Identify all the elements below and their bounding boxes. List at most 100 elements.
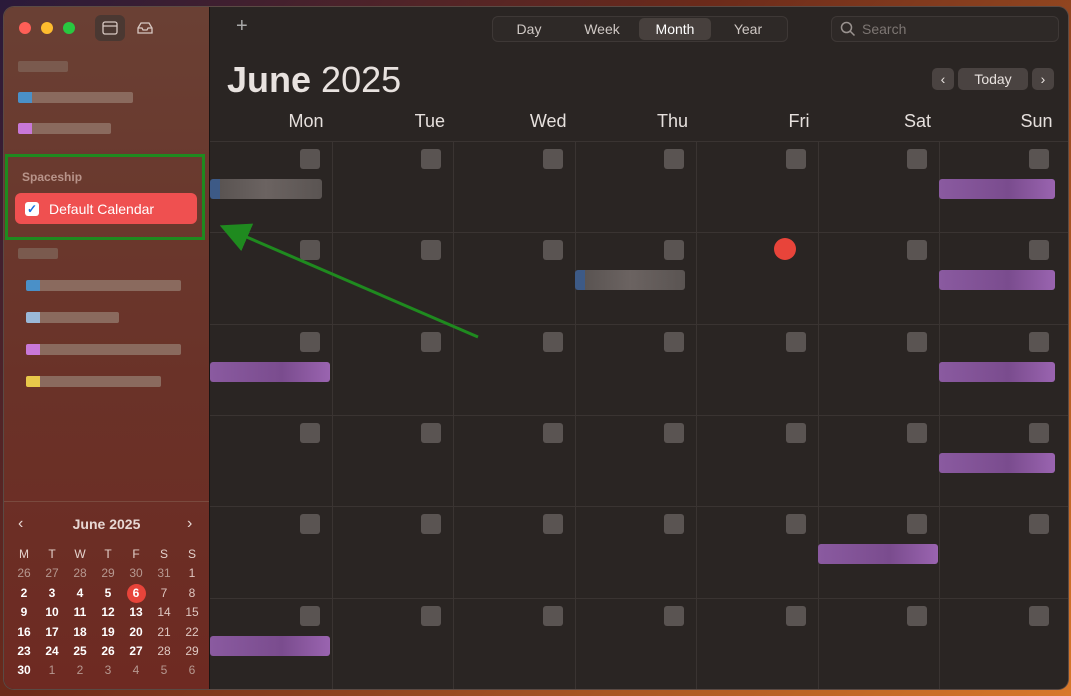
mini-day[interactable]: 31	[150, 564, 178, 583]
day-cell[interactable]	[818, 141, 940, 232]
mini-day[interactable]: 14	[150, 603, 178, 622]
next-month-button[interactable]: ›	[1032, 68, 1054, 90]
day-cell[interactable]	[453, 506, 575, 597]
day-cell[interactable]	[696, 324, 818, 415]
day-cell[interactable]	[332, 324, 454, 415]
mini-day[interactable]: 28	[66, 564, 94, 583]
view-month-tab[interactable]: Month	[639, 18, 711, 40]
prev-month-button[interactable]: ‹	[932, 68, 954, 90]
mini-day[interactable]: 21	[150, 623, 178, 642]
day-cell[interactable]	[818, 415, 940, 506]
day-cell[interactable]	[818, 232, 940, 323]
mini-day[interactable]: 17	[38, 623, 66, 642]
mini-day[interactable]: 9	[10, 603, 38, 622]
view-year-tab[interactable]: Year	[711, 18, 785, 40]
mini-day[interactable]: 26	[94, 642, 122, 661]
day-cell[interactable]	[939, 506, 1061, 597]
event-bar[interactable]	[574, 270, 685, 291]
add-event-button[interactable]: +	[236, 15, 248, 38]
mini-next-month-button[interactable]: ›	[187, 515, 192, 533]
mini-day[interactable]: 27	[38, 564, 66, 583]
mini-day[interactable]: 10	[38, 603, 66, 622]
day-cell[interactable]	[818, 598, 940, 689]
close-window-button[interactable]	[19, 22, 31, 34]
day-cell[interactable]	[696, 141, 818, 232]
event-bar[interactable]	[939, 452, 1055, 473]
mini-day[interactable]: 11	[66, 603, 94, 622]
mini-day[interactable]: 7	[150, 584, 178, 603]
mini-day[interactable]: 15	[178, 603, 206, 622]
event-bar[interactable]	[939, 361, 1055, 382]
mini-day[interactable]: 13	[122, 603, 150, 622]
day-cell[interactable]	[696, 506, 818, 597]
day-cell[interactable]	[939, 598, 1061, 689]
mini-day[interactable]: 30	[10, 661, 38, 680]
today-button[interactable]: Today	[958, 68, 1028, 90]
zoom-window-button[interactable]	[63, 22, 75, 34]
mini-day[interactable]: 3	[94, 661, 122, 680]
event-bar[interactable]	[210, 179, 322, 199]
day-cell[interactable]	[332, 415, 454, 506]
mini-day[interactable]: 5	[150, 661, 178, 680]
calendar-list-toggle[interactable]	[95, 15, 125, 41]
day-cell[interactable]	[575, 324, 697, 415]
day-cell[interactable]	[818, 324, 940, 415]
day-cell[interactable]	[696, 598, 818, 689]
blurred-calendar-item[interactable]	[26, 344, 181, 355]
mini-day[interactable]: 16	[10, 623, 38, 642]
mini-day[interactable]: 8	[178, 584, 206, 603]
day-cell[interactable]	[453, 141, 575, 232]
day-cell[interactable]	[210, 232, 332, 323]
view-week-tab[interactable]: Week	[565, 18, 639, 40]
blurred-calendar-item[interactable]	[18, 123, 111, 134]
mini-day[interactable]: 4	[66, 584, 94, 603]
day-cell[interactable]	[575, 506, 697, 597]
mini-day[interactable]: 4	[122, 661, 150, 680]
mini-day[interactable]: 12	[94, 603, 122, 622]
mini-day[interactable]: 22	[178, 623, 206, 642]
day-cell[interactable]	[332, 598, 454, 689]
day-cell[interactable]	[453, 324, 575, 415]
minimize-window-button[interactable]	[41, 22, 53, 34]
day-cell[interactable]	[696, 415, 818, 506]
event-bar[interactable]	[210, 361, 330, 382]
mini-day[interactable]: 25	[66, 642, 94, 661]
day-cell[interactable]	[332, 141, 454, 232]
mini-day[interactable]: 26	[10, 564, 38, 583]
mini-day[interactable]: 1	[38, 661, 66, 680]
event-bar[interactable]	[939, 179, 1055, 199]
blurred-calendar-item[interactable]	[26, 312, 119, 323]
event-bar[interactable]	[210, 635, 330, 656]
inbox-button[interactable]	[130, 15, 160, 41]
search-field[interactable]: Search	[831, 16, 1059, 42]
mini-day[interactable]: 28	[150, 642, 178, 661]
mini-day[interactable]: 18	[66, 623, 94, 642]
day-cell[interactable]	[575, 598, 697, 689]
mini-day[interactable]: 2	[66, 661, 94, 680]
day-cell[interactable]	[575, 141, 697, 232]
mini-day[interactable]: 6	[178, 661, 206, 680]
mini-day[interactable]: 29	[178, 642, 206, 661]
mini-day[interactable]: 30	[122, 564, 150, 583]
day-cell[interactable]	[575, 415, 697, 506]
mini-day[interactable]: 6	[122, 583, 150, 603]
blurred-calendar-item[interactable]	[18, 92, 133, 103]
mini-day[interactable]: 19	[94, 623, 122, 642]
mini-day[interactable]: 5	[94, 584, 122, 603]
day-cell[interactable]	[210, 415, 332, 506]
day-cell[interactable]	[696, 232, 818, 323]
mini-day[interactable]: 1	[178, 564, 206, 583]
day-cell[interactable]	[332, 506, 454, 597]
day-cell[interactable]	[453, 415, 575, 506]
mini-day[interactable]: 3	[38, 584, 66, 603]
view-day-tab[interactable]: Day	[493, 18, 565, 40]
event-bar[interactable]	[939, 270, 1055, 291]
mini-day[interactable]: 20	[122, 623, 150, 642]
mini-day[interactable]: 24	[38, 642, 66, 661]
day-cell[interactable]	[332, 232, 454, 323]
blurred-calendar-item[interactable]	[26, 376, 161, 387]
mini-day[interactable]: 2	[10, 584, 38, 603]
blurred-calendar-item[interactable]	[26, 280, 181, 291]
mini-day[interactable]: 27	[122, 642, 150, 661]
day-cell[interactable]	[210, 506, 332, 597]
